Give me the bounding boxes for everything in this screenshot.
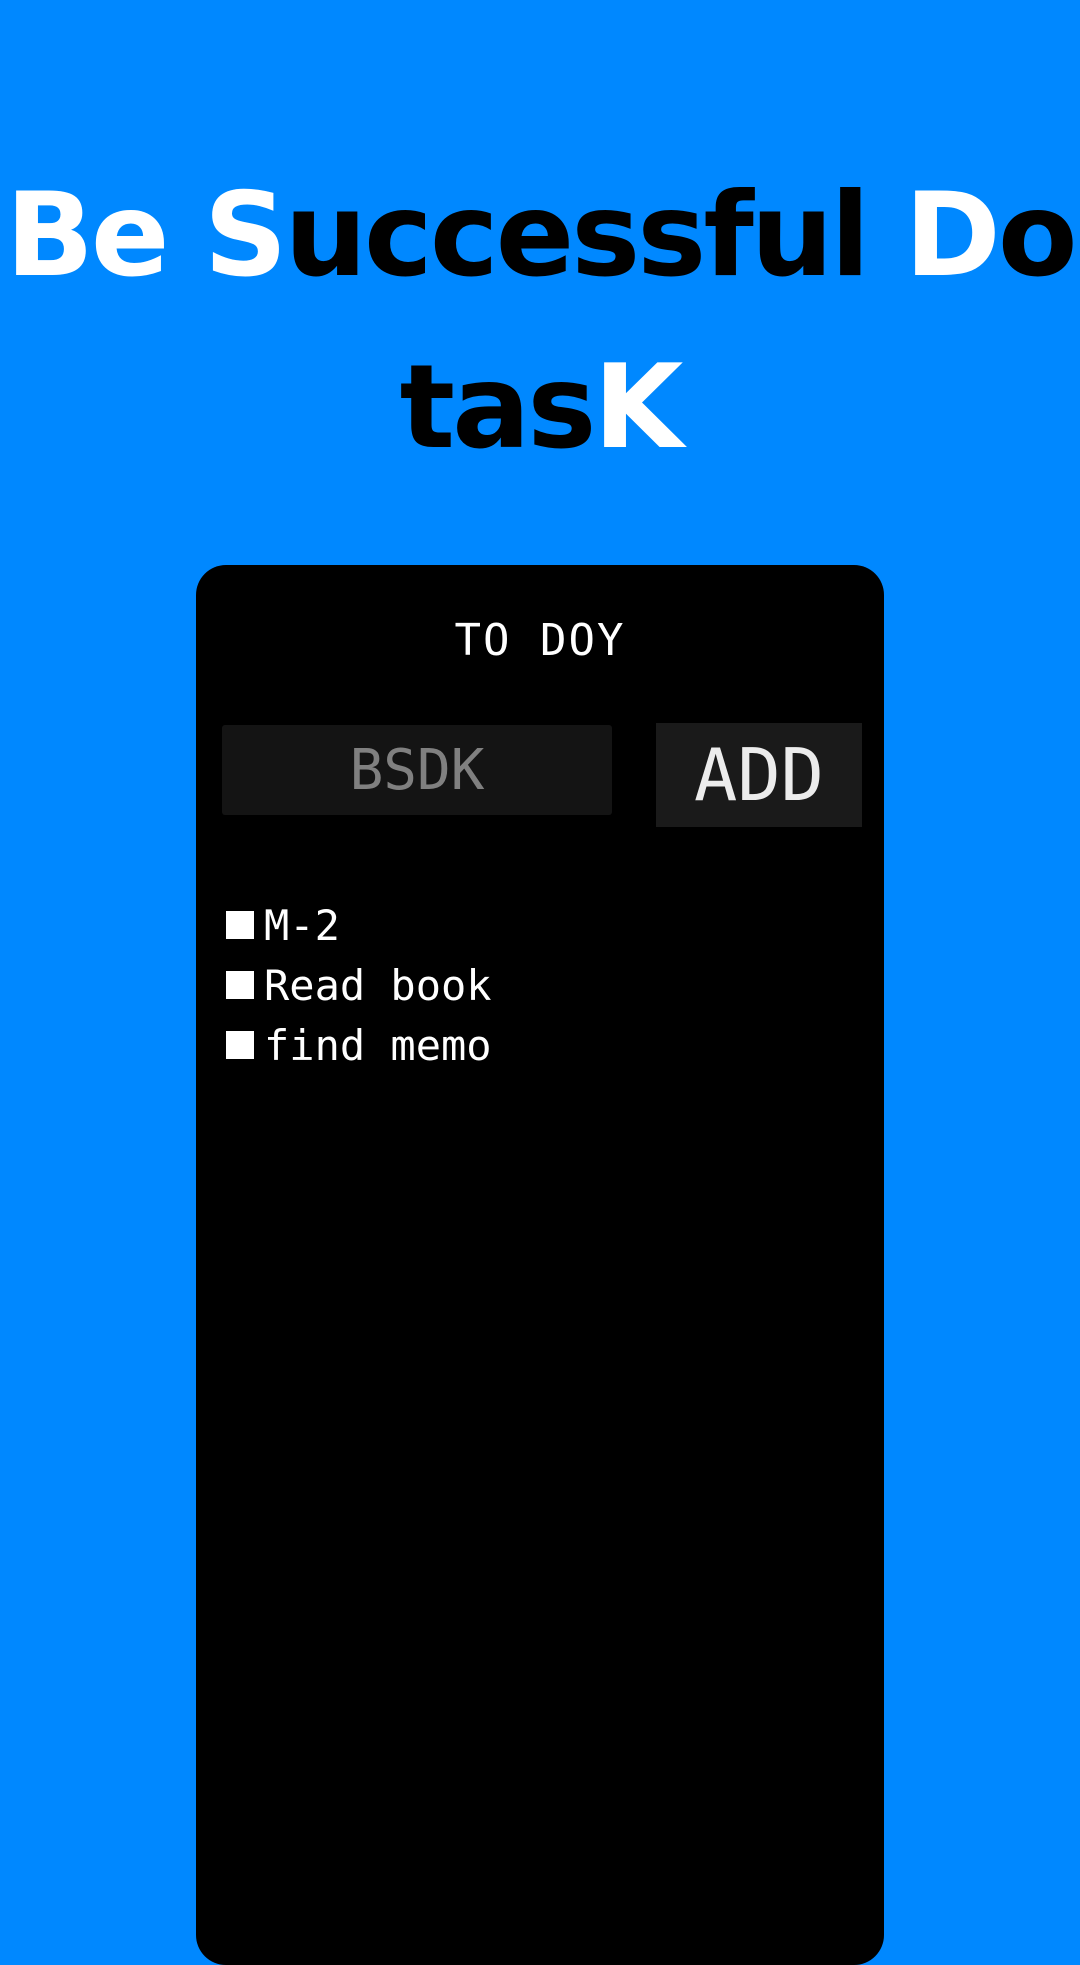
headline-fragment: tas [399, 340, 597, 475]
headline-line-1: Be Successful Do [0, 150, 1080, 322]
checkbox-icon[interactable] [226, 911, 254, 939]
headline-fragment: S [203, 168, 288, 303]
task-input[interactable] [222, 725, 612, 815]
checkbox-icon[interactable] [226, 971, 254, 999]
task-label: find memo [264, 1020, 492, 1070]
promo-headline: Be Successful Do tasK [0, 150, 1080, 494]
add-button[interactable]: ADD [656, 723, 862, 827]
app-title: TO DOY [454, 615, 626, 666]
task-item[interactable]: find memo [226, 1015, 492, 1075]
task-item[interactable]: Read book [226, 955, 492, 1015]
headline-fragment: o [997, 168, 1078, 303]
checkbox-icon[interactable] [226, 1031, 254, 1059]
headline-fragment: uccessful [284, 168, 905, 303]
task-list: M-2 Read book find memo [226, 895, 492, 1075]
task-label: M-2 [264, 900, 340, 950]
task-item[interactable]: M-2 [226, 895, 492, 955]
headline-fragment: Be [5, 168, 204, 303]
headline-line-2: tasK [0, 322, 1080, 494]
task-label: Read book [264, 960, 492, 1010]
app-screen: TO DOY ADD M-2 Read book find memo [196, 565, 884, 1965]
headline-fragment: D [904, 168, 1001, 303]
headline-fragment: K [593, 340, 683, 475]
